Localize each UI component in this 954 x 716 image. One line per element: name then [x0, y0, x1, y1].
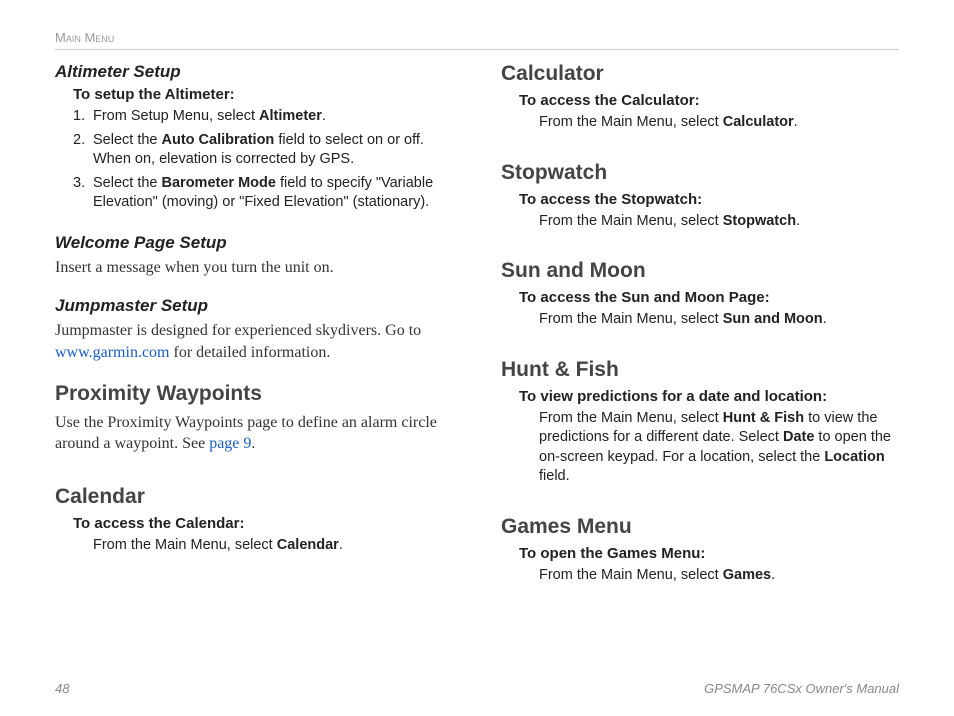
content-columns: Altimeter Setup To setup the Altimeter: …: [55, 62, 899, 675]
altimeter-steps: 1. From Setup Menu, select Altimeter. 2.…: [73, 107, 453, 213]
text-run: .: [322, 108, 326, 124]
garmin-link[interactable]: www.garmin.com: [55, 344, 170, 361]
text-run: From the Main Menu, select: [539, 114, 723, 130]
huntfish-section: Hunt & Fish To view predictions for a da…: [501, 358, 899, 489]
huntfish-title: Hunt & Fish: [501, 358, 899, 382]
welcome-section: Welcome Page Setup Insert a message when…: [55, 233, 453, 283]
text-bold: Location: [824, 449, 884, 465]
calendar-section: Calendar To access the Calendar: From th…: [55, 485, 453, 558]
huntfish-step: From the Main Menu, select Hunt & Fish t…: [539, 409, 899, 487]
text-bold: Auto Calibration: [162, 132, 275, 148]
step-number: 2.: [73, 131, 93, 170]
text-bold: Hunt & Fish: [723, 410, 804, 426]
proximity-body: Use the Proximity Waypoints page to defi…: [55, 412, 453, 455]
huntfish-sub: To view predictions for a date and locat…: [519, 388, 899, 405]
altimeter-sub: To setup the Altimeter:: [73, 86, 453, 103]
text-run: From the Main Menu, select: [93, 537, 277, 553]
games-sub: To open the Games Menu:: [519, 545, 899, 562]
text-bold: Barometer Mode: [162, 175, 276, 191]
calculator-section: Calculator To access the Calculator: Fro…: [501, 62, 899, 135]
right-column: Calculator To access the Calculator: Fro…: [501, 62, 899, 675]
calculator-sub: To access the Calculator:: [519, 92, 899, 109]
altimeter-title: Altimeter Setup: [55, 62, 453, 82]
text-run: .: [339, 537, 343, 553]
text-run: From the Main Menu, select: [539, 311, 723, 327]
text-bold: Date: [783, 429, 814, 445]
text-bold: Sun and Moon: [723, 311, 823, 327]
text-run: field.: [539, 468, 570, 484]
proximity-title: Proximity Waypoints: [55, 382, 453, 406]
calendar-step: From the Main Menu, select Calendar.: [93, 536, 453, 556]
text-bold: Calculator: [723, 114, 794, 130]
text-bold: Calendar: [277, 537, 339, 553]
step-text: Select the Auto Calibration field to sel…: [93, 131, 453, 170]
text-run: .: [794, 114, 798, 130]
text-run: .: [771, 567, 775, 583]
text-bold: Stopwatch: [723, 213, 796, 229]
step-text: From Setup Menu, select Altimeter.: [93, 107, 453, 127]
text-bold: Games: [723, 567, 771, 583]
sunmoon-step: From the Main Menu, select Sun and Moon.: [539, 310, 899, 330]
sunmoon-sub: To access the Sun and Moon Page:: [519, 289, 899, 306]
running-header: Main Menu: [55, 30, 899, 50]
calculator-title: Calculator: [501, 62, 899, 86]
jumpmaster-section: Jumpmaster Setup Jumpmaster is designed …: [55, 296, 453, 367]
text-run: .: [251, 435, 255, 452]
step-number: 3.: [73, 174, 93, 213]
altimeter-step-1: 1. From Setup Menu, select Altimeter.: [73, 107, 453, 127]
text-run: Select the: [93, 132, 162, 148]
page-number: 48: [55, 681, 69, 696]
left-column: Altimeter Setup To setup the Altimeter: …: [55, 62, 453, 675]
step-text: Select the Barometer Mode field to speci…: [93, 174, 453, 213]
manual-page: Main Menu Altimeter Setup To setup the A…: [0, 0, 954, 716]
manual-title: GPSMAP 76CSx Owner's Manual: [704, 681, 899, 696]
text-run: Select the: [93, 175, 162, 191]
text-run: .: [823, 311, 827, 327]
text-bold: Altimeter: [259, 108, 322, 124]
text-run: From Setup Menu, select: [93, 108, 259, 124]
altimeter-step-2: 2. Select the Auto Calibration field to …: [73, 131, 453, 170]
jumpmaster-body: Jumpmaster is designed for experienced s…: [55, 320, 453, 363]
page-link[interactable]: page 9: [209, 435, 251, 452]
page-footer: 48 GPSMAP 76CSx Owner's Manual: [55, 681, 899, 696]
text-run: From the Main Menu, select: [539, 567, 723, 583]
stopwatch-sub: To access the Stopwatch:: [519, 191, 899, 208]
text-run: .: [796, 213, 800, 229]
games-step: From the Main Menu, select Games.: [539, 566, 899, 586]
text-run: for detailed information.: [170, 344, 331, 361]
text-run: From the Main Menu, select: [539, 213, 723, 229]
games-section: Games Menu To open the Games Menu: From …: [501, 515, 899, 588]
jumpmaster-title: Jumpmaster Setup: [55, 296, 453, 316]
text-run: Jumpmaster is designed for experienced s…: [55, 322, 421, 339]
games-title: Games Menu: [501, 515, 899, 539]
welcome-title: Welcome Page Setup: [55, 233, 453, 253]
text-run: From the Main Menu, select: [539, 410, 723, 426]
calendar-sub: To access the Calendar:: [73, 515, 453, 532]
stopwatch-step: From the Main Menu, select Stopwatch.: [539, 212, 899, 232]
altimeter-step-3: 3. Select the Barometer Mode field to sp…: [73, 174, 453, 213]
altimeter-section: Altimeter Setup To setup the Altimeter: …: [55, 62, 453, 217]
stopwatch-section: Stopwatch To access the Stopwatch: From …: [501, 161, 899, 234]
proximity-section: Proximity Waypoints Use the Proximity Wa…: [55, 382, 453, 459]
step-number: 1.: [73, 107, 93, 127]
calculator-step: From the Main Menu, select Calculator.: [539, 113, 899, 133]
calendar-title: Calendar: [55, 485, 453, 509]
welcome-body: Insert a message when you turn the unit …: [55, 257, 453, 279]
stopwatch-title: Stopwatch: [501, 161, 899, 185]
sunmoon-section: Sun and Moon To access the Sun and Moon …: [501, 259, 899, 332]
sunmoon-title: Sun and Moon: [501, 259, 899, 283]
